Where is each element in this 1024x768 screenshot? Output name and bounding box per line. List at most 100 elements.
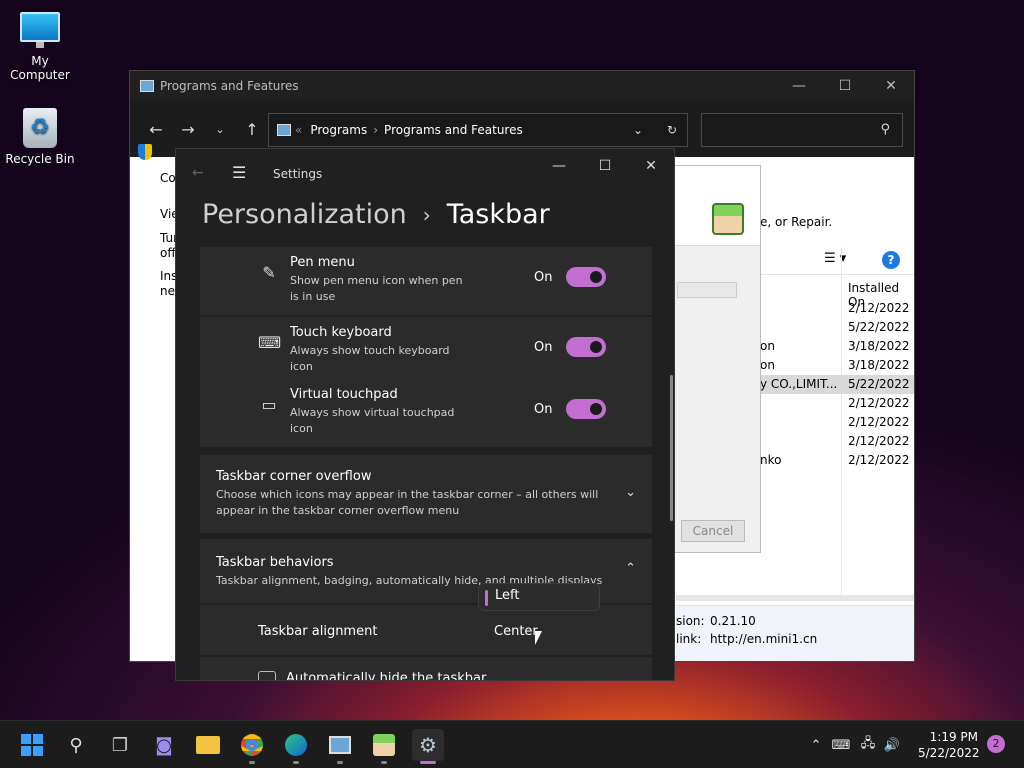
show-hidden-icons-chevron-icon[interactable]: ⌃ (806, 738, 826, 753)
maximize-button[interactable]: ☐ (582, 149, 628, 183)
settings-titlebar[interactable]: ← ☰ Settings — ☐ ✕ (176, 149, 674, 199)
touchpad-icon: ▭ (261, 395, 277, 414)
minimize-button[interactable]: — (536, 149, 582, 183)
running-indicator (381, 761, 387, 764)
clock[interactable]: 1:19 PM 5/22/2022 (918, 729, 980, 761)
details-pane: sion: 0.21.10 link: http://en.mini1.cn (676, 605, 914, 661)
setting-touch-keyboard: ⌨ Touch keyboard Always show touch keybo… (200, 317, 652, 385)
close-button[interactable]: ✕ (868, 71, 914, 101)
setting-description: Show pen menu icon when pen is in use (290, 274, 463, 303)
breadcrumb-programs[interactable]: Programs (310, 123, 367, 137)
system-tray: ⌃ ⌨ 🖧 🔊 (806, 721, 904, 768)
volume-icon[interactable]: 🔊 (880, 738, 904, 753)
up-arrow-icon[interactable]: ↑ (236, 120, 268, 139)
mouse-cursor-icon (535, 631, 549, 645)
forward-arrow-icon[interactable]: → (172, 120, 204, 139)
settings-window: ← ☰ Settings — ☐ ✕ Personalization › Tas… (175, 148, 675, 681)
dialog-progress-box (677, 282, 737, 298)
touch-keyboard-toggle[interactable] (566, 337, 606, 357)
clock-date: 5/22/2022 (918, 746, 980, 760)
vertical-scrollbar[interactable] (670, 375, 673, 521)
app-logo-icon (712, 203, 744, 235)
virtual-touchpad-toggle[interactable] (566, 399, 606, 419)
file-explorer-icon[interactable] (192, 729, 224, 761)
breadcrumb-chevron-icon: › (373, 123, 379, 137)
expander-description: Choose which icons may appear in the tas… (216, 488, 599, 517)
breadcrumb-programs-features[interactable]: Programs and Features (384, 123, 523, 137)
detail-key: sion: (676, 614, 705, 628)
window-titlebar[interactable]: Programs and Features — ☐ ✕ (130, 71, 914, 101)
running-indicator (249, 761, 255, 764)
checkbox[interactable] (258, 671, 276, 680)
window-title: Programs and Features (160, 79, 299, 93)
clock-time: 1:19 PM (929, 730, 978, 744)
setting-taskbar-alignment: Taskbar alignment Center (200, 605, 652, 655)
taskbar: ⚲ ❐ ◙ ⚙ ⌃ ⌨ 🖧 🔊 1:19 PM 5/22/2022 2 (0, 720, 1024, 768)
toggle-state-label: On (534, 402, 553, 417)
edge-icon[interactable] (280, 729, 312, 761)
control-panel-icon[interactable] (324, 729, 356, 761)
address-dropdown-icon[interactable]: ⌄ (633, 123, 643, 137)
left-link[interactable]: Co (160, 171, 176, 185)
recycle-bin-icon: ♻ (23, 108, 57, 148)
alignment-dropdown-flyout: Left (478, 583, 600, 611)
expander-title: Taskbar corner overflow (216, 469, 372, 484)
refresh-icon[interactable]: ↻ (667, 123, 677, 137)
game-app-icon[interactable] (368, 729, 400, 761)
keyboard-icon[interactable]: ⌨ (826, 738, 856, 753)
close-button[interactable]: ✕ (628, 149, 674, 183)
desktop-icon-my-computer[interactable]: My Computer (0, 12, 80, 82)
alignment-option-center[interactable]: Center (494, 624, 538, 639)
toggle-state-label: On (534, 270, 553, 285)
horizontal-scrollbar[interactable] (676, 595, 914, 601)
search-icon[interactable]: ⚲ (60, 729, 92, 761)
toggle-state-label: On (534, 340, 553, 355)
setting-title: Touch keyboard (290, 325, 392, 340)
alignment-option-left[interactable]: Left (495, 588, 519, 603)
chevron-up-icon: ⌃ (625, 561, 636, 576)
setting-title: Pen menu (290, 255, 355, 270)
left-link[interactable]: off (160, 246, 176, 260)
settings-gear-icon[interactable]: ⚙ (412, 729, 444, 761)
network-icon[interactable]: 🖧 (856, 734, 880, 756)
chrome-icon[interactable] (236, 729, 268, 761)
setting-title: Taskbar alignment (258, 624, 378, 639)
hamburger-menu-icon[interactable]: ☰ (232, 163, 246, 182)
setting-auto-hide: Automatically hide the taskbar (200, 657, 652, 680)
setting-description: Always show touch keyboard icon (290, 344, 450, 373)
selection-indicator (485, 590, 488, 606)
address-bar[interactable]: « Programs › Programs and Features ⌄ ↻ (268, 113, 688, 147)
header-description: e, or Repair. (760, 215, 833, 229)
cancel-button[interactable]: Cancel (681, 520, 745, 542)
taskbar-corner-overflow-expander[interactable]: Taskbar corner overflow Choose which ico… (200, 455, 652, 533)
maximize-button[interactable]: ☐ (822, 71, 868, 101)
recent-chevron-down-icon[interactable]: ⌄ (204, 123, 236, 136)
settings-title: Settings (273, 167, 323, 181)
search-input[interactable]: ⚲ (701, 113, 903, 147)
detail-version: 0.21.10 (710, 614, 756, 628)
search-icon: ⚲ (880, 122, 890, 137)
back-arrow-icon[interactable]: ← (192, 165, 204, 181)
start-button[interactable] (16, 729, 48, 761)
breadcrumb-chevron-icon: › (422, 202, 431, 227)
running-indicator (337, 761, 343, 764)
control-panel-icon (140, 80, 154, 92)
desktop-icon-recycle-bin[interactable]: ♻ Recycle Bin (0, 108, 80, 166)
pen-menu-toggle[interactable] (566, 267, 606, 287)
overflow-icon[interactable]: « (295, 123, 302, 137)
notification-badge[interactable]: 2 (987, 735, 1005, 753)
keyboard-icon: ⌨ (258, 333, 282, 352)
breadcrumb: Personalization › Taskbar (202, 199, 550, 230)
setting-virtual-touchpad: ▭ Virtual touchpad Always show virtual t… (200, 379, 652, 447)
pen-icon: ✎ (262, 263, 276, 282)
detail-link[interactable]: http://en.mini1.cn (710, 632, 817, 646)
detail-key: link: (676, 632, 702, 646)
shield-icon (138, 144, 152, 160)
setting-pen-menu: ✎ Pen menu Show pen menu icon when pen i… (200, 247, 652, 315)
active-indicator (420, 761, 436, 764)
task-view-icon[interactable]: ❐ (104, 729, 136, 761)
minimize-button[interactable]: — (776, 71, 822, 101)
back-arrow-icon[interactable]: ← (140, 120, 172, 139)
teams-chat-icon[interactable]: ◙ (148, 729, 180, 761)
breadcrumb-personalization[interactable]: Personalization (202, 199, 407, 230)
